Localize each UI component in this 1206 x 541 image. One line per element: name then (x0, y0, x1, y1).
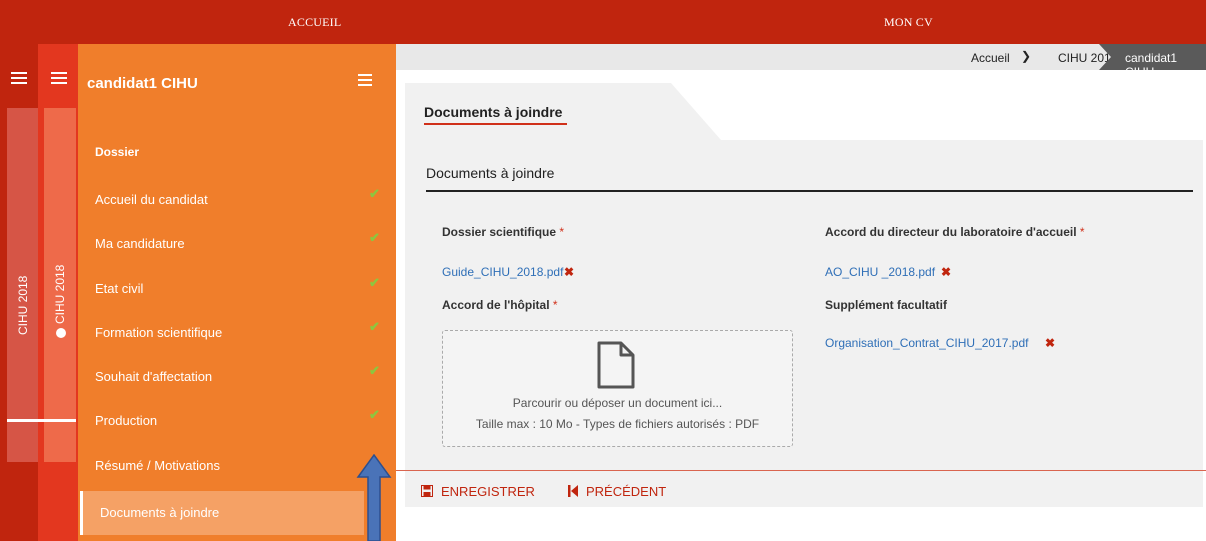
sidebar-item-souhait[interactable]: Souhait d'affectation ✔ (78, 355, 396, 399)
sidebar: candidat1 CIHU Dossier Accueil du candid… (78, 44, 396, 541)
tab-strip: Documents à joindre (405, 83, 1203, 140)
sidebar-item-label: Documents à joindre (100, 505, 220, 520)
section-title: Documents à joindre (426, 165, 555, 181)
menu-icon[interactable] (11, 72, 27, 86)
dropzone-text: Parcourir ou déposer un document ici... (512, 396, 723, 410)
field-label-accord-directeur: Accord du directeur du laboratoire d'acc… (825, 225, 1085, 239)
campaign-rail-tab[interactable]: CIHU 2018 (7, 108, 38, 462)
breadcrumb-current: candidat1 CIHU (1099, 44, 1206, 70)
sidebar-item-label: Formation scientifique (95, 325, 223, 340)
program-rail-label: CIHU 2018 (53, 265, 67, 338)
menu-icon[interactable] (51, 72, 67, 86)
required-marker: * (1079, 225, 1085, 239)
required-marker: * (552, 298, 558, 312)
check-icon: ✔ (369, 363, 380, 378)
section-divider (426, 190, 1193, 192)
delete-icon[interactable]: ✖ (1045, 336, 1055, 350)
sidebar-user-name: candidat1 CIHU (87, 75, 198, 92)
file-link-supplement[interactable]: Organisation_Contrat_CIHU_2017.pdf (825, 336, 1028, 350)
file-link-dossier[interactable]: Guide_CIHU_2018.pdf (442, 265, 563, 279)
footer-divider (396, 470, 1206, 471)
main-content: Accueil ❯ CIHU 2018 candidat1 CIHU Docum… (396, 44, 1206, 541)
save-button-label: ENREGISTRER (441, 484, 535, 499)
breadcrumb-current-label: candidat1 CIHU (1125, 51, 1178, 79)
floppy-disk-icon (421, 485, 433, 497)
sidebar-item-label: Production (95, 413, 158, 428)
info-icon (55, 328, 66, 338)
dropzone-hint: Taille max : 10 Mo - Types de fichiers a… (475, 417, 760, 431)
up-arrow-icon (356, 454, 392, 541)
program-rail-tab[interactable]: CIHU 2018 (44, 108, 76, 462)
sidebar-item-ma-candidature[interactable]: Ma candidature ✔ (78, 222, 396, 266)
campaign-rail: CIHU 2018 (0, 44, 38, 541)
sidebar-item-production[interactable]: Production ✔ (78, 399, 396, 443)
field-label-dossier: Dossier scientifique * (442, 225, 565, 239)
save-button[interactable]: ENREGISTRER (421, 484, 535, 499)
chevron-right-icon: ❯ (1021, 49, 1032, 63)
sidebar-item-label: Ma candidature (95, 236, 185, 251)
check-icon: ✔ (369, 407, 380, 422)
program-rail: CIHU 2018 (38, 44, 78, 541)
tab-label: Documents à joindre (424, 104, 563, 120)
sidebar-item-documents[interactable]: Documents à joindre (78, 491, 396, 535)
sidebar-item-label: Accueil du candidat (95, 192, 208, 207)
nav-accueil-link[interactable]: ACCUEIL (288, 0, 341, 44)
step-backward-icon (568, 485, 578, 497)
field-label-accord-hopital: Accord de l'hôpital * (442, 298, 558, 312)
file-dropzone[interactable]: Parcourir ou déposer un document ici... … (442, 330, 793, 447)
sidebar-item-label: Résumé / Motivations (95, 458, 220, 473)
sidebar-item-label: Etat civil (95, 281, 144, 296)
delete-icon[interactable]: ✖ (941, 265, 951, 279)
tab-documents[interactable]: Documents à joindre (405, 83, 721, 140)
breadcrumb-home-link[interactable]: Accueil (971, 51, 1010, 65)
delete-icon[interactable]: ✖ (564, 265, 574, 279)
documents-panel: Documents à joindre Documents à joindre … (405, 83, 1203, 507)
previous-button[interactable]: PRÉCÉDENT (568, 484, 666, 499)
check-icon: ✔ (369, 230, 380, 245)
required-marker: * (559, 225, 565, 239)
field-label-supplement: Supplément facultatif (825, 298, 948, 312)
file-link-accord-directeur[interactable]: AO_CIHU _2018.pdf (825, 265, 935, 279)
sidebar-menu-icon[interactable] (358, 74, 372, 89)
previous-button-label: PRÉCÉDENT (586, 484, 667, 499)
sidebar-item-accueil-candidat[interactable]: Accueil du candidat ✔ (78, 178, 396, 222)
sidebar-item-formation[interactable]: Formation scientifique ✔ (78, 311, 396, 355)
document-icon (597, 341, 635, 389)
tab-active-underline (424, 123, 567, 125)
breadcrumb: Accueil ❯ CIHU 2018 candidat1 CIHU (396, 44, 1206, 70)
sidebar-item-label: Souhait d'affectation (95, 369, 213, 384)
sidebar-item-etat-civil[interactable]: Etat civil ✔ (78, 267, 396, 311)
check-icon: ✔ (369, 186, 380, 201)
rail-divider (7, 419, 38, 422)
top-nav: ACCUEIL MON CV (0, 0, 1206, 44)
check-icon: ✔ (369, 319, 380, 334)
check-icon: ✔ (369, 275, 380, 290)
rail-divider (38, 419, 76, 422)
campaign-rail-label: CIHU 2018 (16, 275, 30, 335)
sidebar-section-title: Dossier (95, 145, 140, 159)
sidebar-item-resume[interactable]: Résumé / Motivations (78, 444, 396, 488)
nav-mon-cv-link[interactable]: MON CV (884, 0, 933, 44)
